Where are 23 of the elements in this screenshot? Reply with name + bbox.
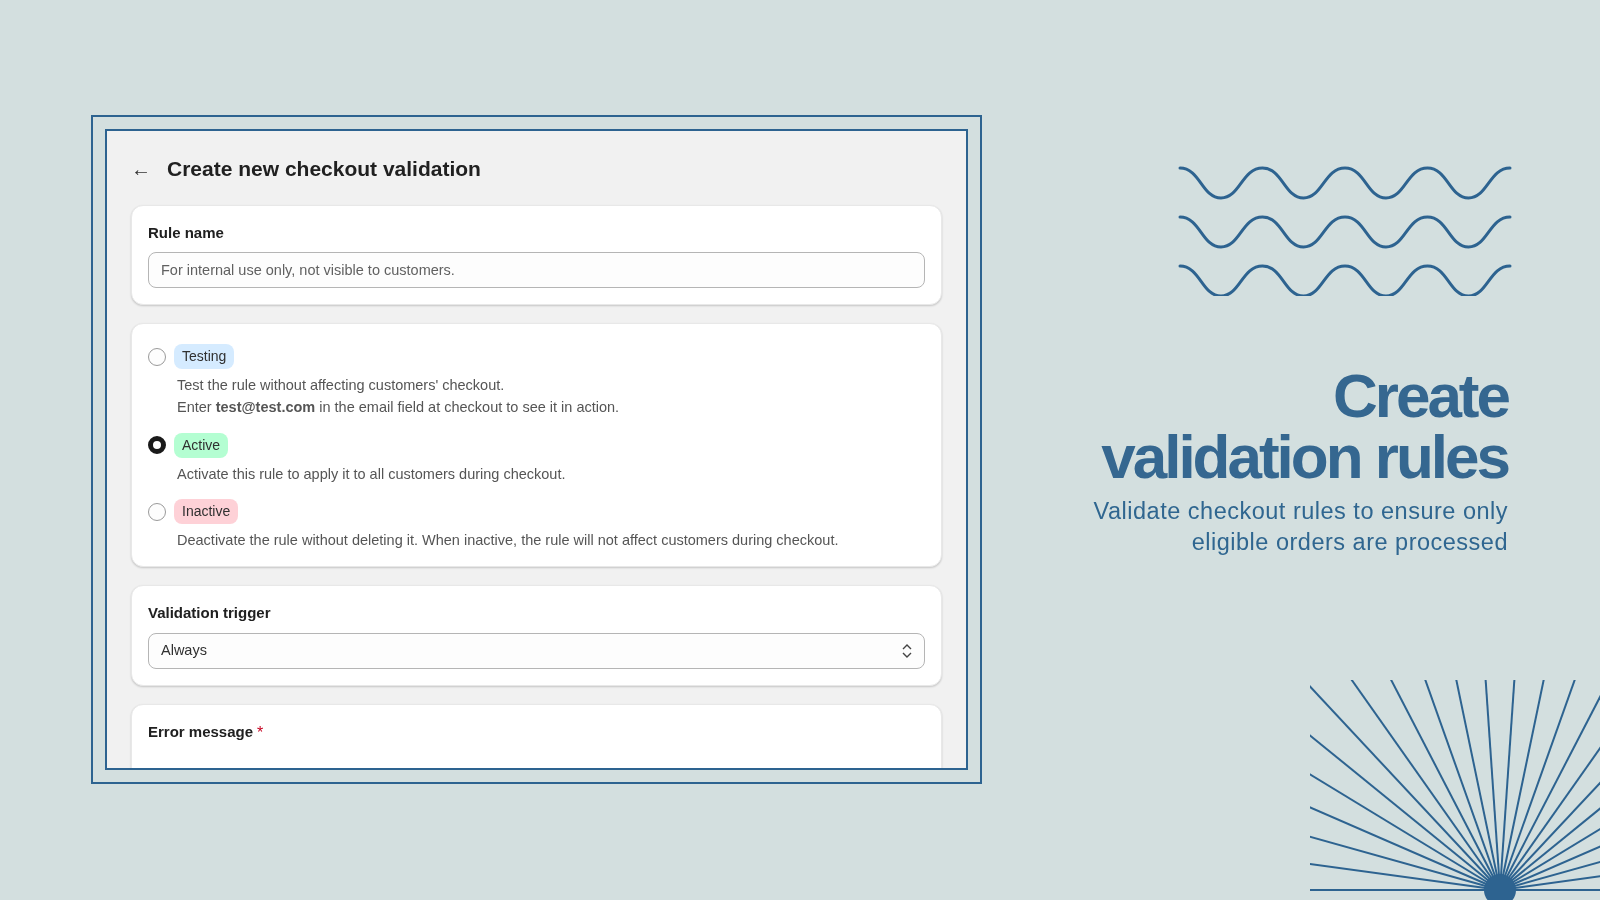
radio-button[interactable] [148, 347, 166, 366]
radio-button[interactable] [148, 436, 166, 454]
status-description: Test the rule without affecting customers' checkout. [177, 376, 506, 395]
status-description: Deactivate the rule without deleting it. When inactive, the rule will not affect customers during checkout. [177, 531, 840, 551]
rule-name-input[interactable]: For internal use only, not visible to customers. [148, 252, 925, 288]
headline: validation rules [1101, 426, 1508, 488]
back-arrow-icon[interactable]: ← [131, 158, 151, 179]
status-badge: Active [174, 432, 229, 458]
status-badge: Inactive [174, 499, 239, 525]
status-description: Activate this rule to apply it to all customers during checkout. [177, 464, 567, 484]
radio-button[interactable] [148, 502, 166, 521]
required-asterisk: * [257, 722, 264, 743]
subtitle: Validate checkout rules to ensure only eligible orders are processed [1092, 496, 1508, 558]
headline: Create [1332, 366, 1508, 427]
field-label: Error message [148, 721, 254, 742]
field-label: Validation trigger [148, 603, 272, 623]
status-badge: Testing [174, 344, 235, 369]
chevron-up-down-icon [902, 642, 912, 659]
select-value: Always [161, 640, 207, 660]
page-title: Create new checkout validation [167, 156, 481, 182]
field-label: Rule name [148, 222, 225, 243]
status-description: Enter test@test.com in the email field at checkout to see it in action. [177, 397, 621, 417]
trigger-select[interactable]: Always [148, 632, 925, 669]
